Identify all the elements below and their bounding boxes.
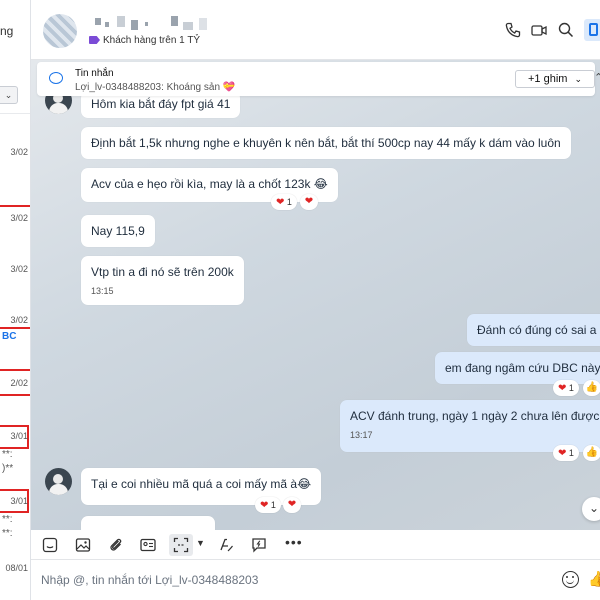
sender-avatar[interactable] xyxy=(45,468,72,495)
conversation-date: 08/01 xyxy=(5,563,28,573)
message-text: Hôm kia bắt đáy fpt giá 41 xyxy=(91,97,231,111)
message-text: Tại e coi nhiều mã quá a coi mấy mã à😂 xyxy=(91,477,312,491)
reaction-count: 1 xyxy=(568,383,574,393)
contact-tag[interactable]: Khách hàng trên 1 TỶ xyxy=(89,35,200,46)
chat-main: Khách hàng trên 1 TỶ Hôm kia bắt đáy fpt… xyxy=(31,0,600,600)
message-icon xyxy=(49,72,63,84)
contact-avatar[interactable] xyxy=(43,14,77,48)
heart-icon[interactable]: ❤ xyxy=(300,194,318,210)
video-call-icon[interactable] xyxy=(531,22,547,38)
heart-icon[interactable]: ❤ xyxy=(283,497,301,513)
message-text: Nay 115,9 xyxy=(91,224,145,238)
conversation-preview-label: BC xyxy=(2,331,17,342)
message-input[interactable] xyxy=(41,573,541,587)
message-text: Vtp tin a đi nó sẽ trên 200k xyxy=(91,265,234,279)
conversation-preview: )** xyxy=(2,463,14,474)
emoji-icon[interactable] xyxy=(562,571,579,588)
panel-toggle-icon[interactable] xyxy=(584,19,600,41)
sidebar-divider xyxy=(0,113,30,114)
conversation-sidebar: ng ⌄ 3/02 3/02 3/02 3/02 BC 2/02 3/01 **… xyxy=(0,0,31,600)
text-format-icon[interactable] xyxy=(218,537,234,553)
composer-toolbar: ▼ ••• xyxy=(31,530,600,560)
message-bubble[interactable]: Định bắt 1,5k nhưng nghe e khuyên k nên … xyxy=(81,127,571,159)
conversation-date: 3/01 xyxy=(10,431,28,441)
message-bubble[interactable]: Acv của e hẹo rồi kìa, may là a chốt 123… xyxy=(81,168,338,202)
conversation-date: 3/02 xyxy=(10,213,28,223)
message-bubble[interactable]: Vtp tin a đi nó sẽ trên 200k 13:15 xyxy=(81,256,244,305)
pinned-preview: Lợi_lv-0348488203: Khoáng sản 💝 xyxy=(75,82,236,93)
message-bubble[interactable]: Nay 115,9 xyxy=(81,215,155,247)
reaction-count: 1 xyxy=(568,448,574,458)
reaction-count-badge[interactable]: ❤ 1 xyxy=(271,194,297,210)
quick-message-icon[interactable] xyxy=(251,537,267,553)
conversation-date: 3/01 xyxy=(10,496,28,506)
message-time: 13:17 xyxy=(350,430,373,440)
quick-like-icon[interactable]: 👍 xyxy=(588,570,600,588)
pinned-message-bar[interactable]: Tin nhắn Lợi_lv-0348488203: Khoáng sản 💝… xyxy=(37,62,600,96)
chevron-down-icon: ⌄ xyxy=(574,74,583,84)
collapse-chevron-icon[interactable]: ⌃ xyxy=(594,71,600,84)
caret-down-icon[interactable]: ▼ xyxy=(196,538,205,548)
message-bubble[interactable] xyxy=(81,516,215,530)
reaction-count-badge[interactable]: ❤ 1 xyxy=(553,380,579,396)
conversation-date: 2/02 xyxy=(10,378,28,388)
more-options-icon[interactable]: ••• xyxy=(285,534,303,550)
thumbs-up-icon[interactable]: 👍 xyxy=(583,445,600,461)
message-text: em đang ngâm cứu DBC này a xyxy=(445,361,600,375)
pinned-title: Tin nhắn xyxy=(75,68,114,79)
conversation-preview: **: xyxy=(2,514,13,525)
sidebar-filter-dropdown[interactable]: ⌄ xyxy=(0,86,18,104)
label-tag-icon xyxy=(89,36,100,44)
screenshot-icon xyxy=(173,537,189,553)
scroll-down-button[interactable]: ⌄ xyxy=(582,497,600,521)
conversation-preview: **: xyxy=(2,449,13,460)
message-time: 13:15 xyxy=(91,286,114,296)
image-icon[interactable] xyxy=(75,537,91,553)
message-bubble[interactable]: Đánh có đúng có sai a ạ xyxy=(467,314,600,346)
conversation-date: 3/02 xyxy=(10,264,28,274)
more-pins-label: +1 ghim xyxy=(528,73,568,85)
reaction-count-badge[interactable]: ❤ 1 xyxy=(553,445,579,461)
conversation-preview: **: xyxy=(2,528,13,539)
thumbs-up-icon[interactable]: 👍 xyxy=(583,380,600,396)
conversation-date: 3/02 xyxy=(10,315,28,325)
reaction-count-badge[interactable]: ❤ 1 xyxy=(255,497,281,513)
more-pins-button[interactable]: +1 ghim ⌄ xyxy=(515,70,596,88)
message-list[interactable]: Hôm kia bắt đáy fpt giá 41 Định bắt 1,5k… xyxy=(31,60,600,530)
phone-icon[interactable] xyxy=(505,22,521,38)
contact-card-icon[interactable] xyxy=(140,537,156,553)
sticker-icon[interactable] xyxy=(42,537,58,553)
sidebar-header-text: ng xyxy=(0,24,14,38)
message-text: Định bắt 1,5k nhưng nghe e khuyên k nên … xyxy=(91,136,561,150)
reaction-count: 1 xyxy=(270,500,276,510)
search-icon[interactable] xyxy=(558,22,574,38)
message-composer: 👍 xyxy=(31,561,600,600)
message-text: Đánh có đúng có sai a ạ xyxy=(477,323,600,337)
contact-name-redacted[interactable] xyxy=(95,16,215,30)
reaction-count: 1 xyxy=(286,197,292,207)
message-text: Acv của e hẹo rồi kìa, may là a chốt 123… xyxy=(91,177,328,191)
message-text: ACV đánh trung, ngày 1 ngày 2 chưa lên đ… xyxy=(350,409,600,423)
chat-header: Khách hàng trên 1 TỶ xyxy=(31,0,600,60)
message-bubble[interactable]: em đang ngâm cứu DBC này a xyxy=(435,352,600,384)
contact-tag-label: Khách hàng trên 1 TỶ xyxy=(103,35,201,46)
conversation-date: 3/02 xyxy=(10,147,28,157)
attachment-icon[interactable] xyxy=(108,537,124,553)
